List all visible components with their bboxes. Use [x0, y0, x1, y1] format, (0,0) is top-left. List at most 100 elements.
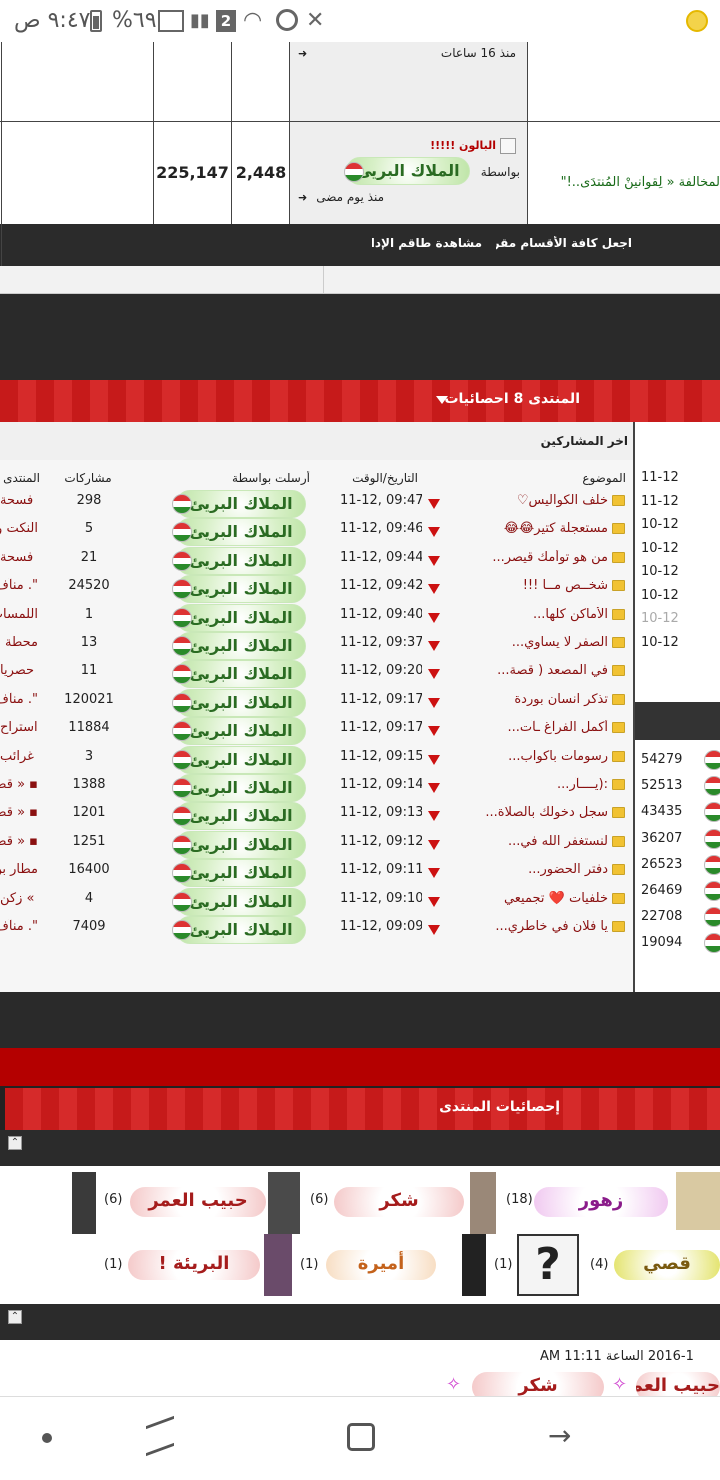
topic-link[interactable]: خلف الكواليس♡ — [470, 493, 608, 508]
goto-arrow-icon[interactable] — [428, 527, 440, 537]
topic-link[interactable]: شخــص مــا !!! — [470, 578, 608, 593]
side-count: 52513 — [641, 778, 683, 794]
topic-link[interactable]: لنستغفر الله في... — [470, 834, 608, 849]
mark-read-link[interactable]: اجعل كافة الأقسام مقروءة — [496, 236, 632, 250]
goto-arrow-icon[interactable] — [428, 613, 440, 623]
folder-icon — [612, 836, 625, 847]
goto-arrow-icon[interactable] — [428, 897, 440, 907]
unknown-avatar-icon[interactable]: ? — [517, 1234, 579, 1296]
topic-link[interactable]: أكمل الفرآغ ـآت... — [470, 720, 608, 735]
user-pill-ameera[interactable]: أميرة — [326, 1250, 436, 1280]
topic-link[interactable]: الأماكن كلها... — [470, 607, 608, 622]
goto-arrow-icon[interactable] — [428, 783, 440, 793]
flag-icon — [704, 933, 720, 954]
poster-pill[interactable]: الملاك البريئ — [176, 859, 306, 887]
goto-arrow-icon[interactable] — [428, 499, 440, 509]
forum-link[interactable]: ". منآف — [0, 692, 38, 707]
forum-link[interactable]: ▪ « قط — [0, 777, 38, 792]
user-pill-bareeah[interactable]: البريئة ! — [128, 1250, 260, 1280]
side-date: 10-12 — [641, 564, 679, 579]
goto-arrow-icon[interactable] — [428, 556, 440, 566]
topic-link[interactable]: سجل دخولك بالصلاة... — [470, 805, 608, 820]
topic-link[interactable]: مستعجلة كتير😂😂 — [470, 521, 608, 536]
user-count: (1) — [300, 1257, 319, 1272]
goto-arrow-icon[interactable] — [428, 811, 440, 821]
goto-arrow-icon[interactable] — [428, 726, 440, 736]
flag-icon — [172, 721, 192, 741]
folder-icon — [612, 495, 625, 506]
forum-link[interactable]: استراح — [0, 720, 38, 735]
poster-pill[interactable]: الملاك البريئ — [176, 689, 306, 717]
side-count: 26523 — [641, 856, 683, 872]
user-avatar[interactable] — [264, 1234, 292, 1296]
collapse-icon[interactable]: ⌃ — [8, 1310, 22, 1324]
user-count: (1) — [494, 1257, 513, 1272]
username-pill[interactable]: الملاك البريئ — [346, 157, 470, 185]
user-avatar[interactable] — [462, 1234, 486, 1296]
goto-arrow-icon[interactable] — [428, 584, 440, 594]
topic-link[interactable]: دفتر الحضور... — [470, 862, 608, 877]
goto-arrow-icon[interactable] — [428, 698, 440, 708]
goto-arrow-icon[interactable] — [428, 669, 440, 679]
poster-pill[interactable]: الملاك البريئ — [176, 774, 306, 802]
poster-pill[interactable]: الملاك البريئ — [176, 547, 306, 575]
user-avatar[interactable] — [470, 1172, 496, 1234]
topic-link[interactable]: الصفر لا يساوي... — [470, 635, 608, 650]
user-avatar[interactable] — [268, 1172, 300, 1234]
flag-icon — [704, 881, 720, 901]
poster-pill[interactable]: الملاك البريئ — [176, 746, 306, 774]
poster-pill[interactable]: الملاك البريئ — [176, 916, 306, 944]
forum-link[interactable]: حصريا — [0, 663, 38, 678]
user-pill-qusai[interactable]: قصي — [614, 1250, 720, 1280]
forum-link[interactable]: غرائب — [0, 749, 38, 764]
poster-pill[interactable]: الملاك البريئ — [176, 888, 306, 916]
poster-pill[interactable]: الملاك البريئ — [176, 490, 306, 518]
post-datetime: 11-12, 09:37 — [340, 635, 422, 650]
forum-link[interactable]: ". منآف — [0, 578, 38, 593]
topic-link[interactable]: يا فلان في خاطري... — [470, 919, 608, 934]
collapse-icon[interactable]: ⌃ — [8, 1136, 22, 1150]
poster-pill[interactable]: الملاك البريئ — [176, 518, 306, 546]
topic-link[interactable]: من هو توأمك قيصر... — [470, 550, 608, 565]
forum-link[interactable]: » زكن — [0, 891, 38, 906]
user-pill-shukr[interactable]: شكر — [334, 1187, 464, 1217]
poster-pill[interactable]: الملاك البريئ — [176, 632, 306, 660]
back-icon[interactable]: → — [548, 1419, 571, 1452]
forum-link[interactable]: فسحة — [0, 493, 38, 508]
topic-link[interactable]: تذكر انسان بوردة — [470, 692, 608, 707]
side-date: 10-12 — [641, 634, 679, 650]
home-icon[interactable] — [347, 1423, 375, 1451]
forum-link[interactable]: فسحة — [0, 550, 38, 565]
goto-arrow-icon[interactable] — [428, 840, 440, 850]
view-staff-link[interactable]: مشاهدة طاقم الإدارة — [372, 236, 482, 250]
forum-link[interactable]: مطار بن — [0, 862, 38, 877]
forum-link[interactable]: محطة آ — [0, 635, 38, 650]
poster-pill[interactable]: الملاك البريئ — [176, 831, 306, 859]
goto-arrow-icon[interactable] — [428, 868, 440, 878]
goto-arrow-icon[interactable] — [428, 755, 440, 765]
forum-link[interactable]: ▪ « قط — [0, 805, 38, 820]
forum-link[interactable]: النكت و — [0, 521, 38, 536]
user-avatar[interactable] — [72, 1172, 96, 1234]
user-avatar[interactable] — [676, 1172, 720, 1230]
side-count: 36207 — [641, 830, 683, 846]
user-pill-zuhoor[interactable]: زهور — [534, 1187, 668, 1217]
topic-link[interactable]: خلفيات ❤️ تجميعي — [470, 891, 608, 906]
poster-pill[interactable]: الملاك البريئ — [176, 660, 306, 688]
forum-link[interactable]: ". منآف — [0, 919, 38, 934]
user-pill-habib[interactable]: حبيب العمر — [130, 1187, 266, 1217]
topic-link[interactable]: :(يــــآر... — [470, 777, 608, 792]
forum-link[interactable]: ▪ « قط — [0, 834, 38, 849]
poster-pill[interactable]: الملاك البريئ — [176, 802, 306, 830]
topic-link[interactable]: في المصعد ( قصة... — [470, 663, 608, 678]
goto-arrow-icon[interactable] — [428, 925, 440, 935]
forum-link[interactable]: اللمسات — [0, 607, 38, 622]
last-post-title[interactable]: البالون !!!!! — [410, 139, 496, 152]
poster-pill[interactable]: الملاك البريئ — [176, 604, 306, 632]
dot-icon[interactable] — [42, 1433, 52, 1443]
goto-arrow-icon[interactable] — [428, 641, 440, 651]
poster-pill[interactable]: الملاك البريئ — [176, 575, 306, 603]
topic-link[interactable]: رسومات باكواب... — [470, 749, 608, 764]
recent-apps-icon[interactable] — [146, 1415, 174, 1457]
poster-pill[interactable]: الملاك البريئ — [176, 717, 306, 745]
